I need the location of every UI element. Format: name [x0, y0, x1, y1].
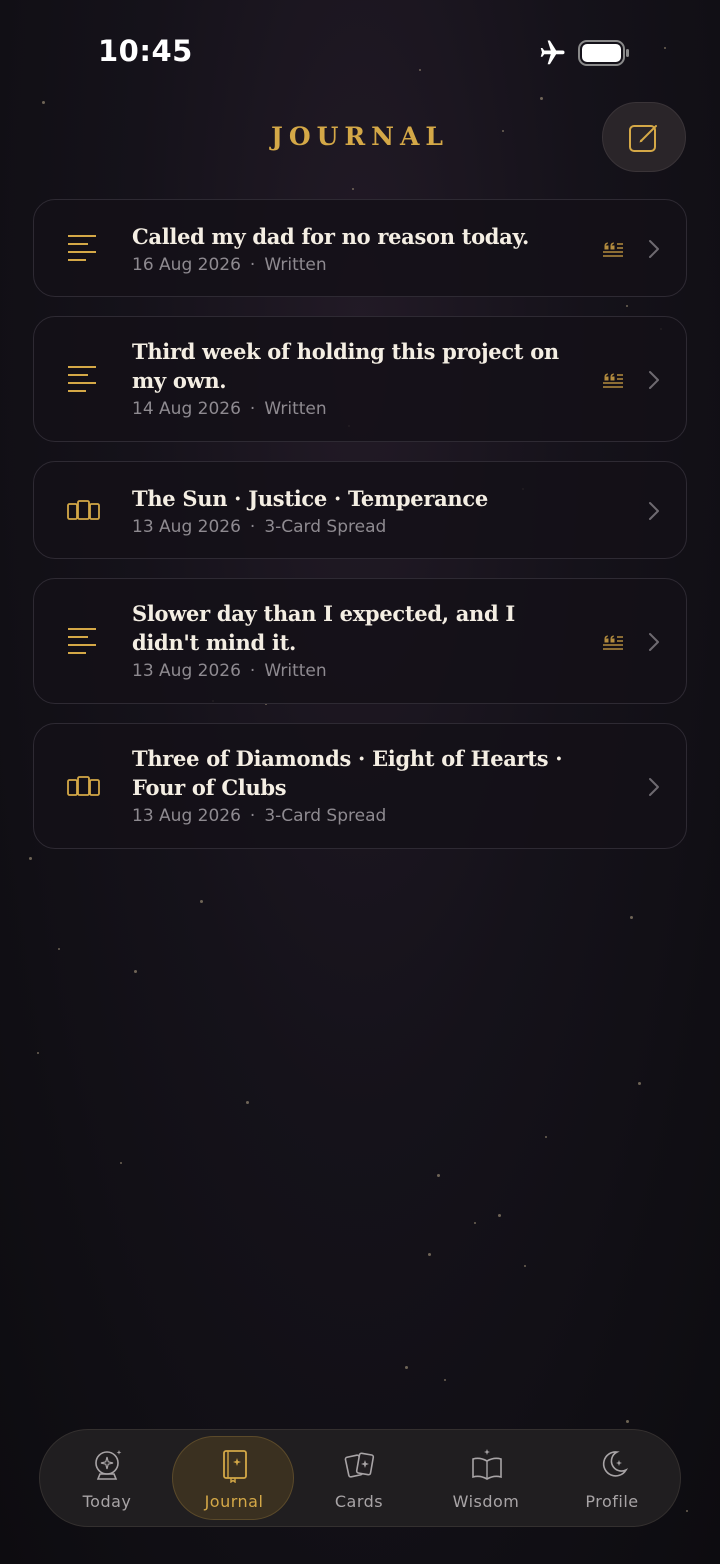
- tab-profile[interactable]: Profile: [551, 1436, 673, 1520]
- tab-label: Cards: [334, 1492, 384, 1511]
- tab-label: Wisdom: [452, 1492, 520, 1511]
- battery-icon: [578, 40, 629, 66]
- chevron-right-icon: [649, 371, 659, 389]
- entry-date: 13 Aug 2026: [132, 806, 241, 826]
- status-time: 10:45: [98, 34, 193, 68]
- entry-kind: Written: [264, 661, 327, 681]
- entry-meta: 13 Aug 2026 · Written: [132, 659, 572, 683]
- entry-title: Third week of holding this project on my…: [132, 339, 559, 393]
- chevron-right-icon: [649, 778, 659, 796]
- entry-title: The Sun · Justice · Temperance: [132, 486, 488, 511]
- open-book-icon: [472, 1449, 502, 1480]
- chevron-right-icon: [649, 502, 659, 520]
- text-lines-icon: [68, 235, 96, 261]
- quote-icon: [603, 635, 623, 650]
- status-bar: 10:45: [0, 0, 720, 100]
- text-lines-icon: [68, 366, 96, 392]
- chevron-right-icon: [649, 240, 659, 258]
- new-entry-button[interactable]: [602, 102, 686, 172]
- entry-kind: Written: [264, 255, 327, 275]
- crystal-ball-icon: [95, 1450, 122, 1480]
- meta-separator: ·: [249, 399, 256, 419]
- entry-date: 13 Aug 2026: [132, 517, 241, 537]
- tab-journal[interactable]: Journal: [172, 1436, 294, 1520]
- tab-label: Profile: [585, 1492, 639, 1511]
- entry-kind: 3-Card Spread: [264, 517, 387, 537]
- compose-icon: [629, 125, 657, 152]
- entry-title: Slower day than I expected, and I didn't…: [132, 601, 515, 655]
- chevron-right-icon: [649, 633, 659, 651]
- journal-entry[interactable]: Slower day than I expected, and I didn't…: [33, 578, 687, 704]
- entry-title: Called my dad for no reason today.: [132, 224, 529, 249]
- journal-entry[interactable]: The Sun · Justice · Temperance 13 Aug 20…: [33, 461, 687, 559]
- quote-icon: [603, 242, 623, 257]
- cards-icon: [344, 1452, 375, 1478]
- journal-book-icon: [223, 1450, 247, 1483]
- entry-date: 14 Aug 2026: [132, 399, 241, 419]
- journal-entry[interactable]: Third week of holding this project on my…: [33, 316, 687, 442]
- moon-icon: [602, 1451, 629, 1477]
- tab-label: Today: [82, 1492, 132, 1511]
- meta-separator: ·: [249, 255, 256, 275]
- entry-title: Three of Diamonds · Eight of Hearts · Fo…: [132, 746, 563, 800]
- entry-date: 16 Aug 2026: [132, 255, 241, 275]
- text-lines-icon: [68, 628, 96, 654]
- quote-icon: [603, 373, 623, 388]
- cards-spread-icon: [67, 500, 100, 520]
- tab-cards[interactable]: Cards: [298, 1436, 420, 1520]
- tab-label: Journal: [204, 1492, 264, 1511]
- tab-wisdom[interactable]: Wisdom: [425, 1436, 547, 1520]
- journal-entry-list: Called my dad for no reason today. 16 Au…: [33, 199, 687, 868]
- meta-separator: ·: [249, 661, 256, 681]
- entry-kind: 3-Card Spread: [264, 806, 387, 826]
- journal-entry[interactable]: Called my dad for no reason today. 16 Au…: [33, 199, 687, 297]
- entry-kind: Written: [264, 399, 327, 419]
- journal-entry[interactable]: Three of Diamonds · Eight of Hearts · Fo…: [33, 723, 687, 849]
- entry-meta: 13 Aug 2026 · 3-Card Spread: [132, 804, 572, 828]
- meta-separator: ·: [249, 517, 256, 537]
- entry-meta: 14 Aug 2026 · Written: [132, 397, 572, 421]
- entry-date: 13 Aug 2026: [132, 661, 241, 681]
- meta-separator: ·: [249, 806, 256, 826]
- bottom-tab-bar: Today Journal Cards Wisdom Profile: [39, 1429, 681, 1527]
- entry-meta: 16 Aug 2026 · Written: [132, 253, 572, 277]
- airplane-mode-icon: [540, 40, 565, 65]
- entry-meta: 13 Aug 2026 · 3-Card Spread: [132, 515, 572, 539]
- tab-today[interactable]: Today: [46, 1436, 168, 1520]
- cards-spread-icon: [67, 776, 100, 796]
